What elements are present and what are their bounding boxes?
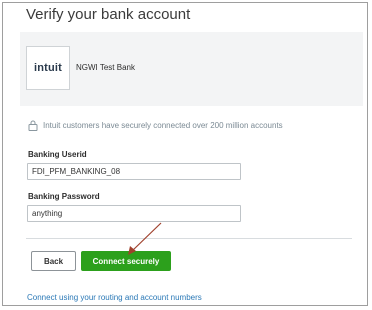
page-title: Verify your bank account (26, 6, 191, 23)
password-label: Banking Password (28, 192, 100, 201)
intuit-logo-text: intuit (33, 62, 63, 74)
userid-input[interactable] (27, 163, 241, 180)
security-note: Intuit customers have securely connected… (28, 120, 283, 131)
security-note-text: Intuit customers have securely connected… (43, 121, 283, 130)
password-input[interactable] (27, 205, 241, 222)
routing-account-link[interactable]: Connect using your routing and account n… (27, 293, 202, 302)
lock-icon (28, 120, 38, 131)
userid-label: Banking Userid (28, 150, 87, 159)
bank-name: NGWI Test Bank (76, 63, 135, 72)
back-button[interactable]: Back (31, 251, 76, 271)
connect-securely-button[interactable]: Connect securely (81, 251, 171, 271)
bank-card: intuit NGWI Test Bank (20, 32, 363, 106)
bank-logo: intuit (26, 46, 70, 90)
form-divider (26, 238, 352, 239)
